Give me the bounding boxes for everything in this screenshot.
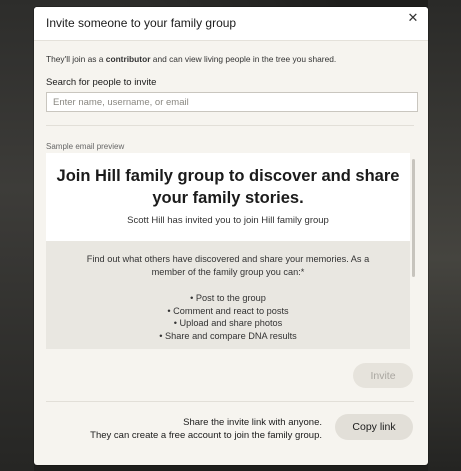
invite-dialog: Invite someone to your family group ✕ Th… bbox=[34, 7, 428, 465]
preview-body-text: Find out what others have discovered and… bbox=[86, 254, 370, 277]
intro-text: They'll join as a contributor and can vi… bbox=[46, 54, 416, 64]
search-input[interactable] bbox=[46, 92, 418, 112]
dialog-title: Invite someone to your family group bbox=[46, 16, 237, 30]
copy-link-button[interactable]: Copy link bbox=[335, 414, 413, 440]
invite-button[interactable]: Invite bbox=[353, 363, 413, 388]
divider-bottom bbox=[46, 401, 414, 402]
divider-top bbox=[46, 125, 414, 126]
list-item: • Comment and react to posts bbox=[167, 305, 289, 316]
preview-header: Join Hill family group to discover and s… bbox=[46, 153, 410, 241]
share-line-1: Share the invite link with anyone. bbox=[183, 417, 322, 428]
backdrop-right-edge bbox=[428, 0, 461, 471]
list-item: • Share and compare DNA results bbox=[159, 330, 297, 341]
preview-body-section: Find out what others have discovered and… bbox=[46, 241, 410, 349]
preview-heading: Join Hill family group to discover and s… bbox=[56, 167, 400, 207]
search-label: Search for people to invite bbox=[46, 77, 157, 88]
list-item: • Upload and share photos bbox=[173, 318, 283, 328]
dialog-header: Invite someone to your family group ✕ bbox=[34, 7, 428, 41]
close-icon[interactable]: ✕ bbox=[405, 10, 421, 26]
backdrop-left-edge bbox=[0, 0, 34, 471]
intro-suffix: and can view living people in the tree y… bbox=[150, 54, 337, 64]
share-link-text: Share the invite link with anyone. They … bbox=[74, 417, 322, 442]
email-preview[interactable]: Join Hill family group to discover and s… bbox=[46, 153, 410, 349]
share-line-2: They can create a free account to join t… bbox=[90, 429, 322, 441]
intro-role: contributor bbox=[105, 54, 151, 64]
intro-prefix: They'll join as a bbox=[46, 54, 106, 64]
preview-benefit-list: • Post to the group • Comment and react … bbox=[46, 292, 410, 342]
preview-label: Sample email preview bbox=[46, 142, 125, 151]
preview-subheading: Scott Hill has invited you to join Hill … bbox=[127, 215, 329, 226]
list-item: • Post to the group bbox=[190, 293, 266, 303]
preview-scrollbar[interactable] bbox=[412, 159, 415, 277]
